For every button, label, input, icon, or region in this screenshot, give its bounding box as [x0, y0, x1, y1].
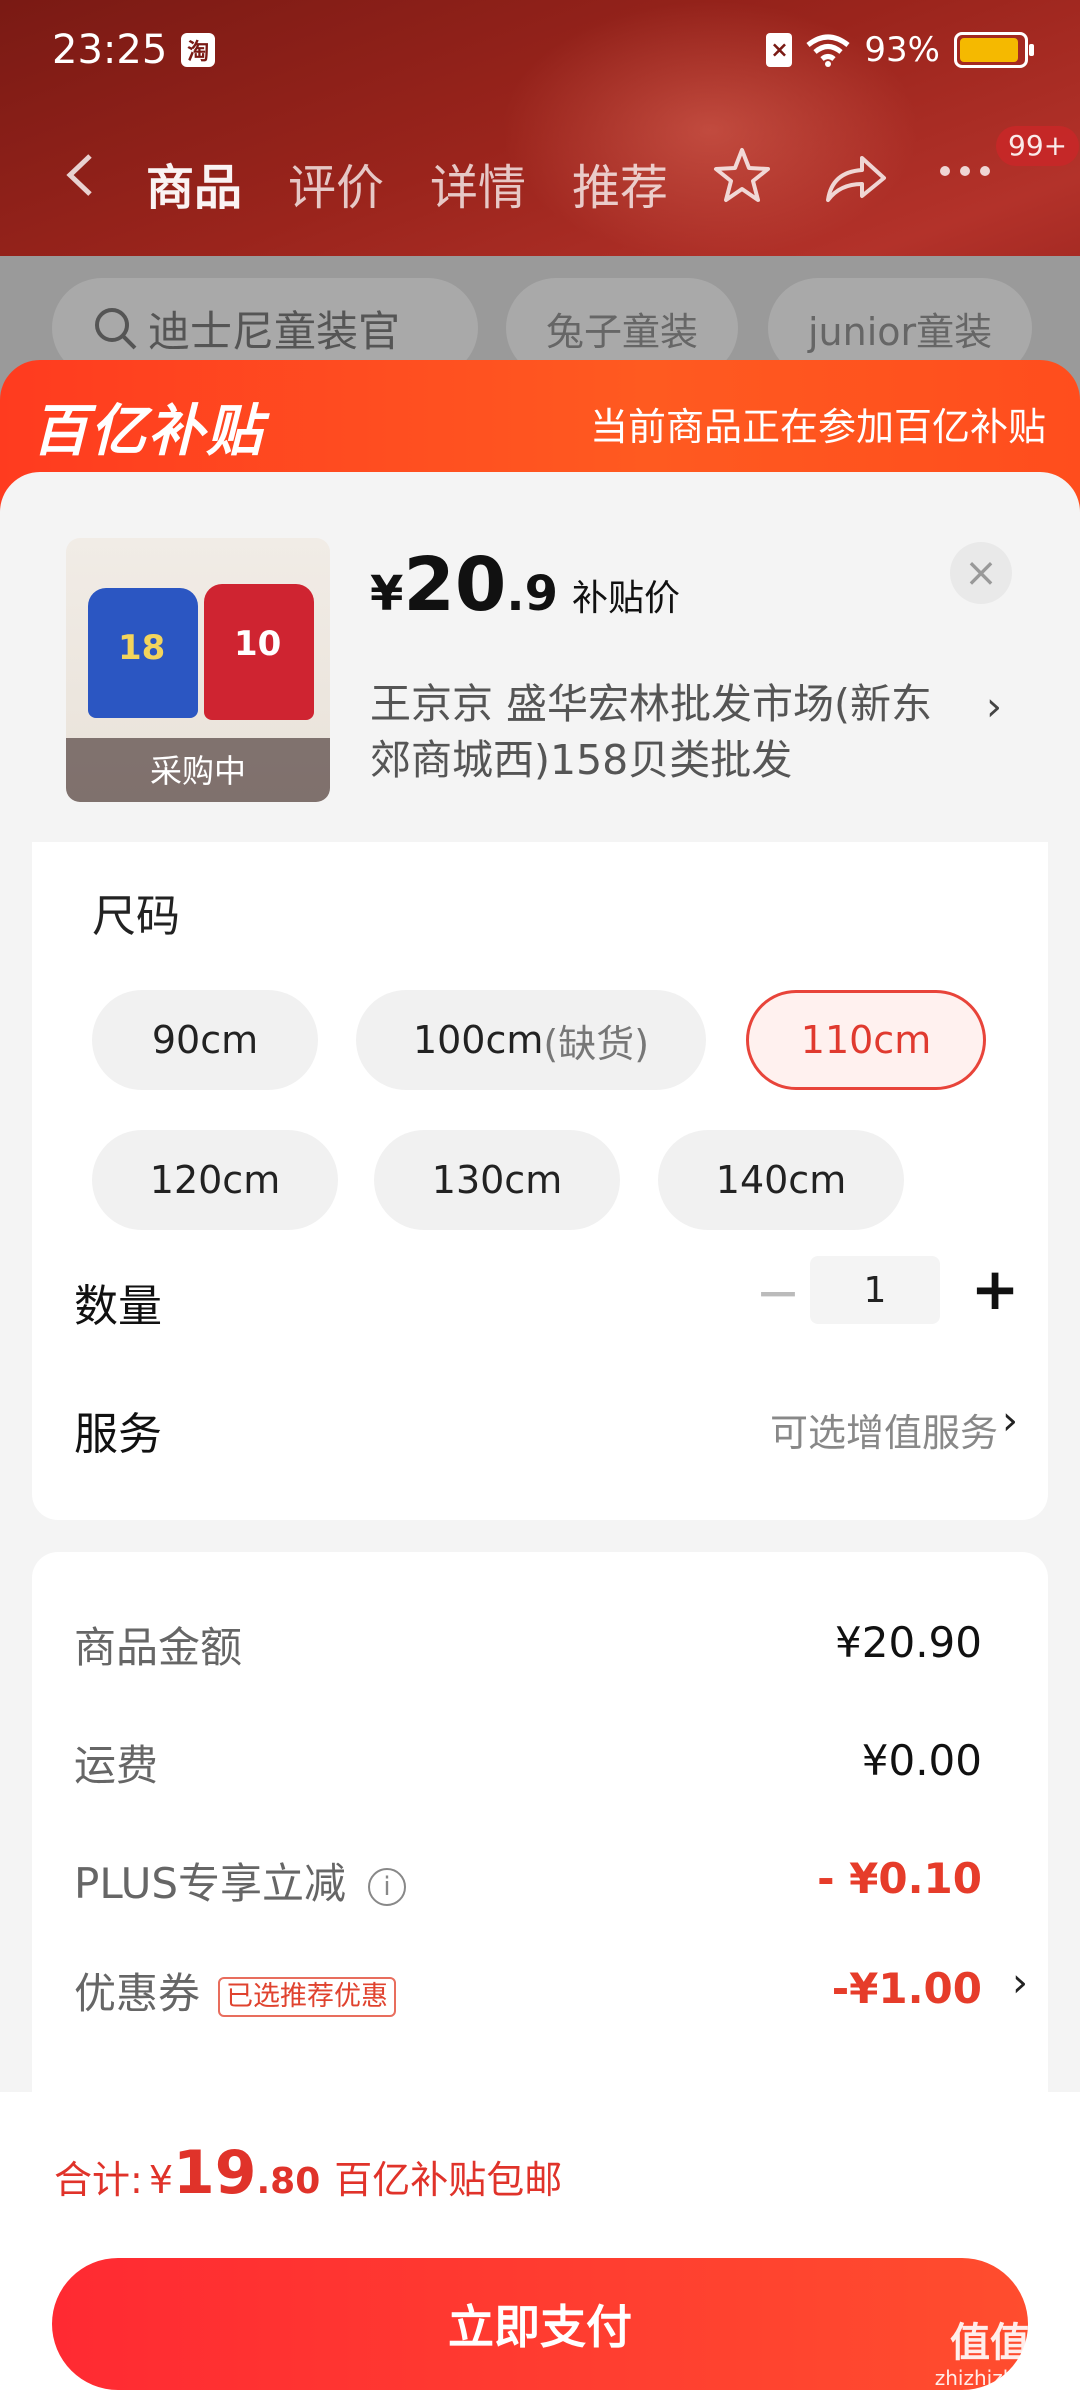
product-thumbnail[interactable]: 采购中 — [66, 538, 330, 802]
plus-discount-value: - ¥0.10 — [817, 1854, 982, 1903]
size-option[interactable]: 140cm — [658, 1130, 904, 1230]
shipping-label: 运费 — [74, 1741, 159, 1790]
message-count-badge: 99+ — [996, 126, 1080, 166]
summary-row-coupon[interactable]: 优惠券 已选推荐优惠 -¥1.00 › — [74, 1960, 1028, 2030]
price-tag: 补贴价 — [572, 578, 681, 619]
size-option-selected[interactable]: 110cm — [746, 990, 986, 1090]
product-image-blue-jersey — [88, 588, 198, 718]
search-chip-label: 迪士尼童装官 — [148, 306, 401, 356]
subsidy-logo: 百亿补贴 — [32, 399, 264, 464]
service-option-link[interactable]: 可选增值服务 — [770, 1402, 998, 1457]
close-button[interactable]: × — [950, 542, 1012, 604]
total-integer: 19 — [173, 2138, 257, 2208]
size-option[interactable]: 100cm (缺货) — [356, 990, 706, 1090]
price-decimal: .9 — [506, 566, 559, 622]
total-row: 合计: ¥ 19 .80 百亿补贴包邮 — [54, 2138, 562, 2208]
tab-product[interactable]: 商品 — [146, 148, 242, 218]
spec-title: 尺码 — [92, 891, 180, 942]
summary-row-plus: PLUS专享立减 i - ¥0.10 — [74, 1850, 1024, 1920]
watermark: 值值值 — [950, 2320, 1070, 2366]
size-option[interactable]: 130cm — [374, 1130, 620, 1230]
quantity-decrease-button[interactable]: − — [748, 1261, 808, 1324]
quantity-input[interactable]: 1 — [810, 1256, 940, 1324]
status-bar: 23:25 淘 × 93% — [0, 0, 1080, 100]
coupon-text: 优惠券 — [74, 1969, 201, 2018]
product-image-red-jersey — [204, 584, 314, 720]
taobao-app-icon: 淘 — [181, 33, 216, 67]
nav-tabs: 商品 评价 详情 推荐 — [146, 148, 668, 218]
shipping-value: ¥0.00 — [861, 1736, 982, 1785]
size-label: 90cm — [151, 1018, 259, 1062]
total-decimal: .80 — [256, 2161, 321, 2202]
pay-now-button[interactable]: 立即支付 — [52, 2258, 1028, 2390]
back-arrow-icon[interactable] — [60, 150, 100, 200]
size-option[interactable]: 120cm — [92, 1130, 338, 1230]
tab-recommend[interactable]: 推荐 — [572, 148, 668, 218]
share-icon[interactable] — [822, 150, 890, 206]
seller-info[interactable]: 王京京 盛华宏林批发市场(新东郊商城西)158贝类批发 — [370, 676, 970, 788]
chevron-right-icon: › — [986, 684, 1002, 730]
size-label: 140cm — [715, 1158, 847, 1202]
goods-amount-label: 商品金额 — [74, 1623, 243, 1672]
total-note: 百亿补贴包邮 — [334, 2158, 563, 2202]
size-label: 120cm — [149, 1158, 281, 1202]
price-currency: ¥ — [370, 566, 404, 622]
coupon-value: -¥1.00 — [831, 1964, 982, 2013]
status-time: 23:25 — [52, 27, 168, 73]
quantity-label: 数量 — [74, 1281, 162, 1332]
nav-bar: 商品 评价 详情 推荐 — [0, 130, 1080, 220]
price-row: ¥ 20 .9 补贴价 — [370, 542, 680, 628]
coupon-label: 优惠券 已选推荐优惠 — [74, 1960, 397, 2021]
more-options-icon[interactable] — [940, 166, 990, 176]
battery-fill — [960, 38, 1018, 62]
price-integer: 20 — [403, 542, 507, 628]
favorite-star-icon[interactable] — [710, 144, 774, 208]
summary-row-goods: 商品金额 ¥20.90 — [74, 1614, 1024, 1684]
tab-details[interactable]: 详情 — [430, 148, 526, 218]
size-option[interactable]: 90cm — [92, 990, 318, 1090]
size-stock-note: (缺货) — [543, 1021, 650, 1066]
summary-row-shipping: 运费 ¥0.00 — [74, 1732, 1024, 1802]
quantity-increase-button[interactable]: + — [962, 1255, 1028, 1323]
close-icon: × — [964, 550, 998, 596]
order-summary-card: 商品金额 ¥20.90 运费 ¥0.00 PLUS专享立减 i - ¥0.10 优… — [32, 1552, 1048, 2152]
info-icon[interactable]: i — [368, 1867, 407, 1906]
battery-percent: 93% — [864, 30, 940, 70]
tab-reviews[interactable]: 评价 — [288, 148, 384, 218]
size-label: 130cm — [431, 1158, 563, 1202]
battery-icon — [954, 32, 1034, 68]
chevron-right-icon: › — [1002, 1398, 1018, 1444]
goods-amount-value: ¥20.90 — [835, 1618, 982, 1667]
thumbnail-label: 采购中 — [149, 752, 246, 790]
no-sim-icon: × — [766, 33, 793, 67]
total-currency: ¥ — [148, 2158, 173, 2202]
search-icon — [95, 308, 137, 350]
spec-card: 尺码 90cm 100cm (缺货) 110cm 120cm 130cm 140c… — [32, 842, 1048, 1520]
size-label: 100cm — [412, 1018, 544, 1062]
service-label: 服务 — [74, 1409, 162, 1460]
plus-discount-label: PLUS专享立减 i — [74, 1850, 407, 1911]
wifi-icon — [806, 34, 850, 67]
purchase-sheet: 采购中 ¥ 20 .9 补贴价 × 王京京 盛华宏林批发市场(新东郊商城西)15… — [0, 472, 1080, 2152]
subsidy-message: 当前商品正在参加百亿补贴 — [589, 405, 1046, 449]
plus-discount-text: PLUS专享立减 — [74, 1859, 347, 1908]
total-label: 合计: — [54, 2158, 143, 2202]
size-label: 110cm — [800, 1018, 932, 1062]
chevron-right-icon: › — [1012, 1960, 1028, 2006]
checkout-bar: 合计: ¥ 19 .80 百亿补贴包邮 立即支付 — [0, 2092, 1080, 2400]
watermark-url: zhizhizhi.com — [934, 2366, 1070, 2390]
coupon-badge: 已选推荐优惠 — [218, 1976, 397, 2017]
status-icons: × 93% — [766, 30, 1034, 70]
